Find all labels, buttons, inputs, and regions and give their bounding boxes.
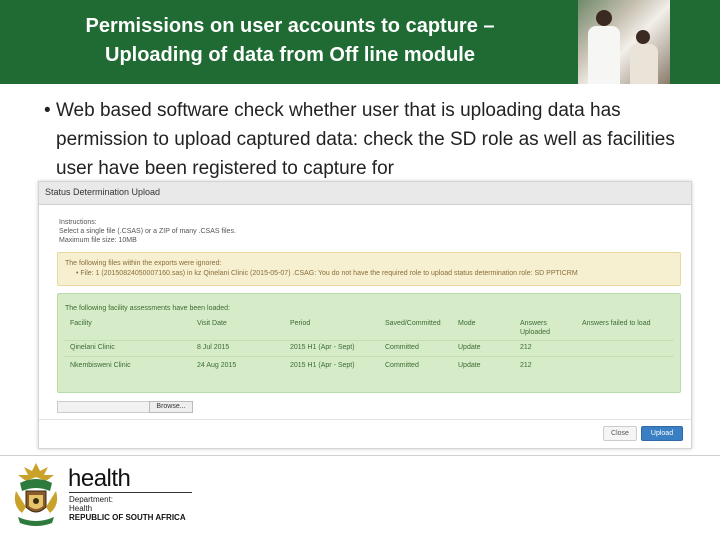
row-divider — [64, 356, 674, 357]
slide-header: Permissions on user accounts to capture … — [0, 0, 720, 84]
cell-saved-committed: Committed — [385, 344, 419, 351]
warning-heading: The following files within the exports w… — [65, 260, 222, 267]
column-header-answers-uploaded: Answers Uploaded — [520, 320, 550, 336]
instructions-label: Instructions: — [59, 219, 97, 226]
cell-mode: Update — [458, 344, 481, 351]
dialog-title: Status Determination Upload — [45, 187, 161, 197]
header-photo — [578, 0, 670, 84]
cell-answers-uploaded: 212 — [520, 344, 532, 351]
warning-item: • File: 1 (20150824050007160.sas) in kz … — [76, 270, 578, 277]
bullet-point: • Web based software check whether user … — [44, 96, 694, 183]
logo-line-republic: REPUBLIC OF SOUTH AFRICA — [69, 513, 186, 522]
loaded-assessments-panel: The following facility assessments have … — [57, 293, 681, 393]
file-path-input[interactable] — [57, 401, 151, 413]
dialog-footer-divider — [39, 419, 691, 420]
cell-saved-committed: Committed — [385, 362, 419, 369]
upload-button[interactable]: Upload — [641, 426, 683, 441]
instructions-line2: Maximum file size: 10MB — [59, 237, 137, 244]
column-header-mode: Mode — [458, 320, 476, 327]
logo-line-department: Department: — [69, 495, 114, 504]
footer-divider — [0, 455, 720, 456]
column-header-saved-committed: Saved/Committed — [385, 320, 441, 327]
health-logo-word: health — [68, 465, 131, 492]
column-header-facility: Facility — [70, 320, 92, 327]
instructions: Instructions: Select a single file (.CSA… — [59, 218, 236, 245]
coat-of-arms-icon — [14, 463, 58, 526]
cell-facility: Nkembisweni Clinic — [70, 362, 131, 369]
cell-visit-date: 24 Aug 2015 — [197, 362, 237, 369]
success-heading: The following facility assessments have … — [65, 305, 230, 312]
cell-mode: Update — [458, 362, 481, 369]
column-header-answers-failed: Answers failed to load — [582, 320, 651, 327]
close-button[interactable]: Close — [603, 426, 637, 441]
browse-button[interactable]: Browse... — [149, 401, 193, 413]
cell-period: 2015 H1 (Apr - Sept) — [290, 344, 355, 351]
slide-title-line2: Uploading of data from Off line module — [105, 44, 475, 66]
logo-rule — [69, 492, 192, 493]
column-header-visit-date: Visit Date — [197, 320, 227, 327]
cell-answers-uploaded: 212 — [520, 362, 532, 369]
cell-period: 2015 H1 (Apr - Sept) — [290, 362, 355, 369]
column-header-period: Period — [290, 320, 311, 327]
cell-facility: Qinelani Clinic — [70, 344, 115, 351]
slide-title: Permissions on user accounts to capture … — [30, 12, 550, 70]
instructions-line1: Select a single file (.CSAS) or a ZIP of… — [59, 228, 236, 235]
bullet-marker: • — [44, 100, 51, 121]
bullet-text: Web based software check whether user th… — [55, 100, 675, 179]
logo-line-health: Health — [69, 504, 93, 513]
cell-visit-date: 8 Jul 2015 — [197, 344, 230, 351]
row-divider — [64, 340, 674, 341]
upload-dialog-screenshot: Status Determination Upload Instructions… — [38, 181, 692, 449]
slide-title-line1: Permissions on user accounts to capture … — [85, 15, 495, 37]
ignored-files-warning: The following files within the exports w… — [57, 252, 681, 286]
dialog-title-bar: Status Determination Upload — [39, 182, 691, 205]
